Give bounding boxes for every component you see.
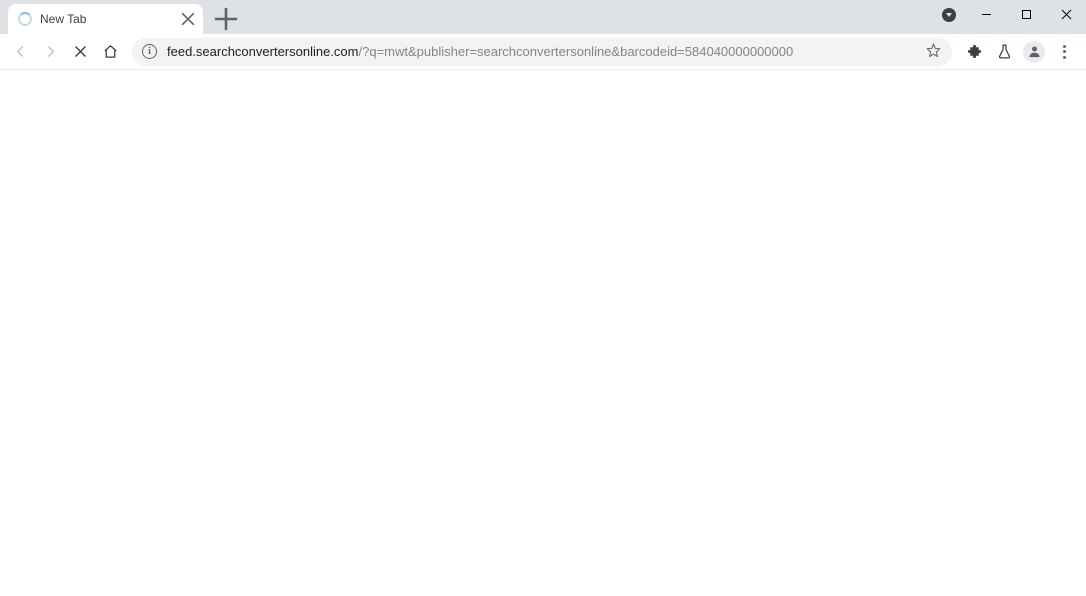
bookmark-button[interactable]	[917, 42, 942, 62]
avatar-icon	[1023, 41, 1045, 63]
tab-close-button[interactable]	[181, 12, 195, 26]
title-bar: New Tab	[0, 0, 1086, 34]
loading-spinner-icon	[18, 12, 32, 26]
toolbar: i feed.searchconvertersonline.com/?q=mwt…	[0, 34, 1086, 70]
url-text: feed.searchconvertersonline.com/?q=mwt&p…	[167, 44, 793, 59]
back-button[interactable]	[6, 38, 34, 66]
tab-title: New Tab	[40, 12, 86, 26]
close-window-button[interactable]	[1046, 0, 1086, 28]
new-tab-button[interactable]	[213, 6, 239, 32]
maximize-button[interactable]	[1006, 0, 1046, 28]
page-content	[0, 70, 1086, 596]
labs-button[interactable]	[990, 38, 1018, 66]
menu-button[interactable]	[1050, 38, 1078, 66]
browser-tab[interactable]: New Tab	[8, 4, 203, 34]
stop-reload-button[interactable]	[66, 38, 94, 66]
profile-button[interactable]	[1020, 38, 1048, 66]
forward-button[interactable]	[36, 38, 64, 66]
more-vert-icon	[1063, 45, 1066, 59]
minimize-button[interactable]	[966, 0, 1006, 28]
home-button[interactable]	[96, 38, 124, 66]
window-controls	[966, 0, 1086, 28]
site-info-icon[interactable]: i	[142, 44, 157, 59]
toolbar-right-icons	[960, 38, 1080, 66]
tab-search-button[interactable]	[942, 8, 956, 22]
address-bar[interactable]: i feed.searchconvertersonline.com/?q=mwt…	[132, 38, 952, 66]
extensions-button[interactable]	[960, 38, 988, 66]
url-path: /?q=mwt&publisher=searchconvertersonline…	[359, 44, 794, 59]
url-host: feed.searchconvertersonline.com	[167, 44, 359, 59]
